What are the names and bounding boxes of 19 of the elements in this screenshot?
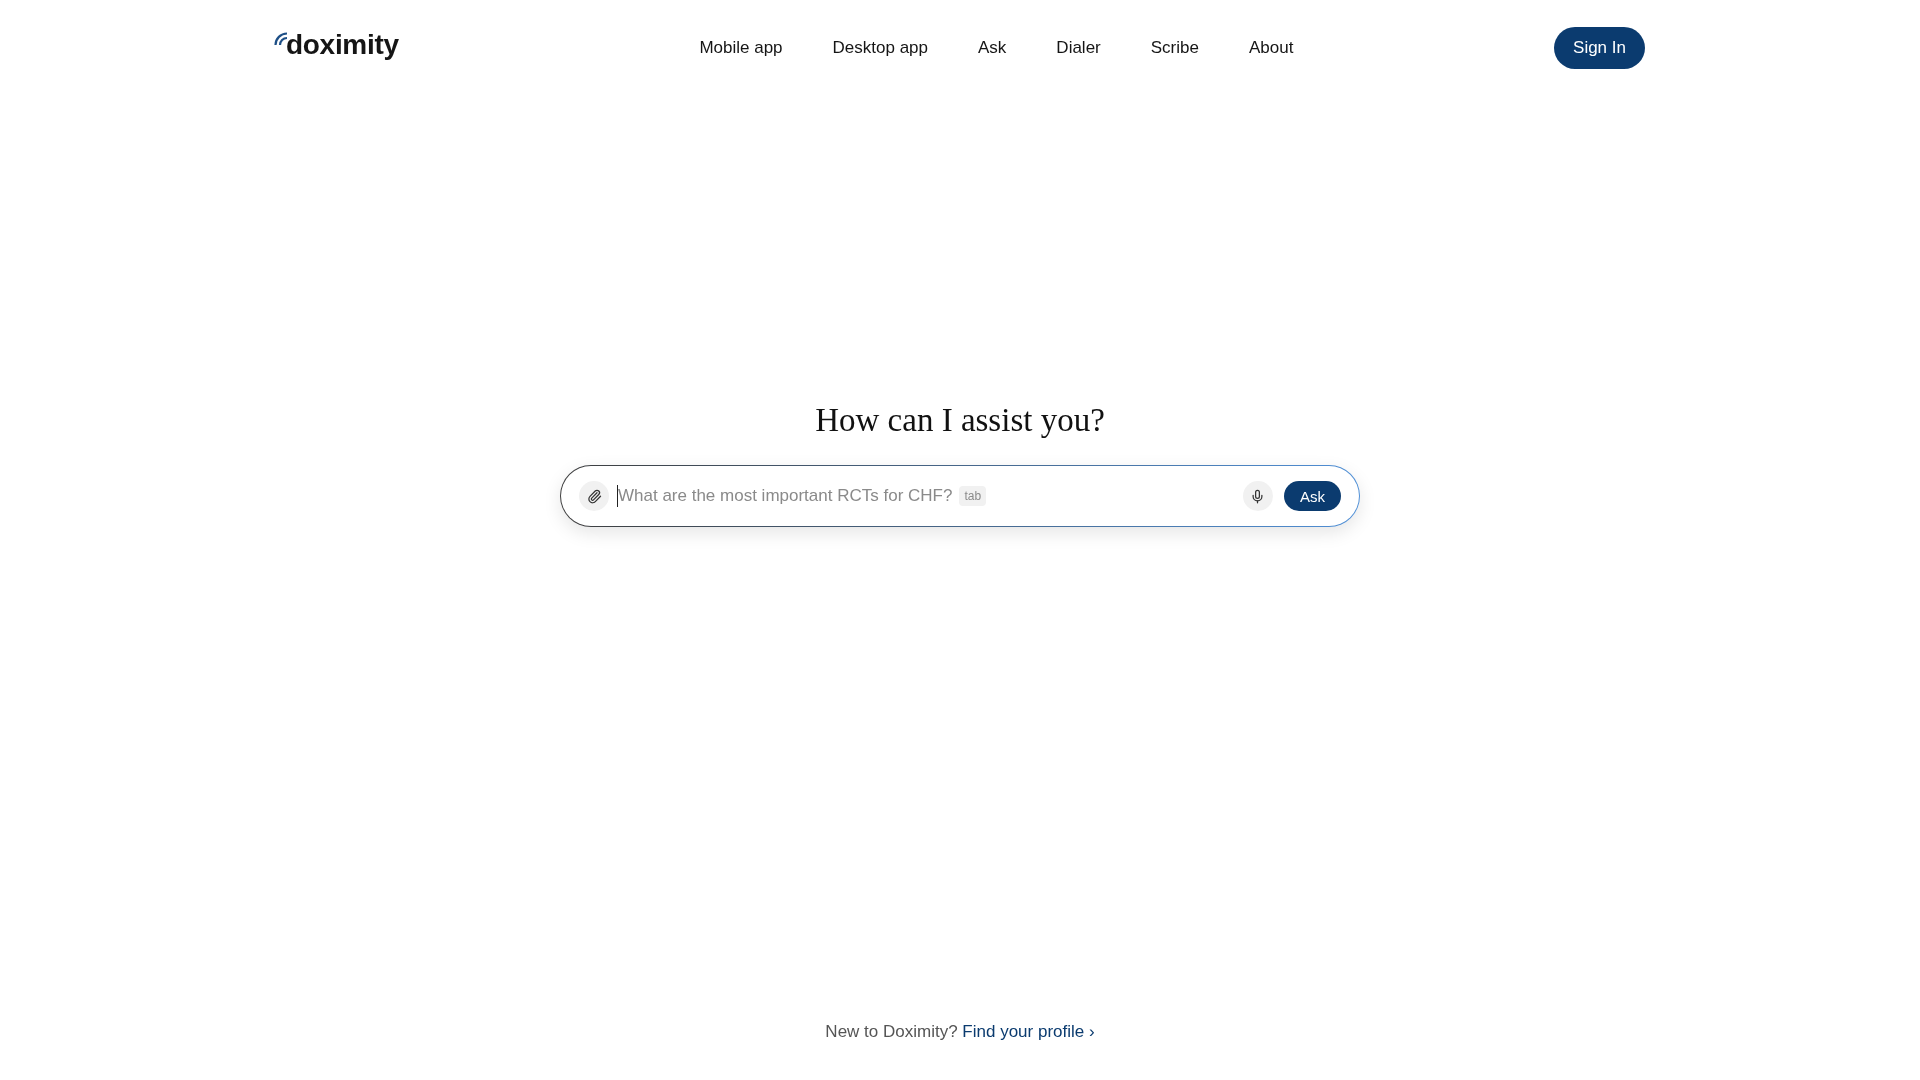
signal-arcs-icon: [274, 32, 287, 45]
ask-button[interactable]: Ask: [1284, 481, 1341, 511]
nav-link[interactable]: Ask: [978, 38, 1007, 58]
sign-in-button[interactable]: Sign In: [1554, 27, 1645, 69]
nav-link[interactable]: Dialer: [1056, 38, 1101, 58]
find-profile-link[interactable]: Find your profile ›: [962, 1022, 1095, 1041]
home-logo-link[interactable]: doximity: [274, 29, 399, 61]
nav-link[interactable]: Scribe: [1150, 38, 1199, 58]
key-hint: tab: [959, 486, 987, 506]
attach-button[interactable]: [579, 481, 609, 511]
nav-link[interactable]: Mobile app: [699, 38, 783, 58]
microphone-icon: [1250, 488, 1266, 504]
nav-link[interactable]: Desktop app: [832, 38, 928, 58]
question-input[interactable]: What are the most important RCTs for CHF?: [617, 485, 953, 507]
paperclip-icon: [586, 488, 602, 504]
nav-link[interactable]: About: [1248, 38, 1294, 58]
microphone-button[interactable]: [1243, 481, 1273, 511]
page-heading: How can I assist you?: [815, 401, 1105, 440]
signup-prompt: New to Doximity? Find your profile ›: [825, 1021, 1095, 1043]
